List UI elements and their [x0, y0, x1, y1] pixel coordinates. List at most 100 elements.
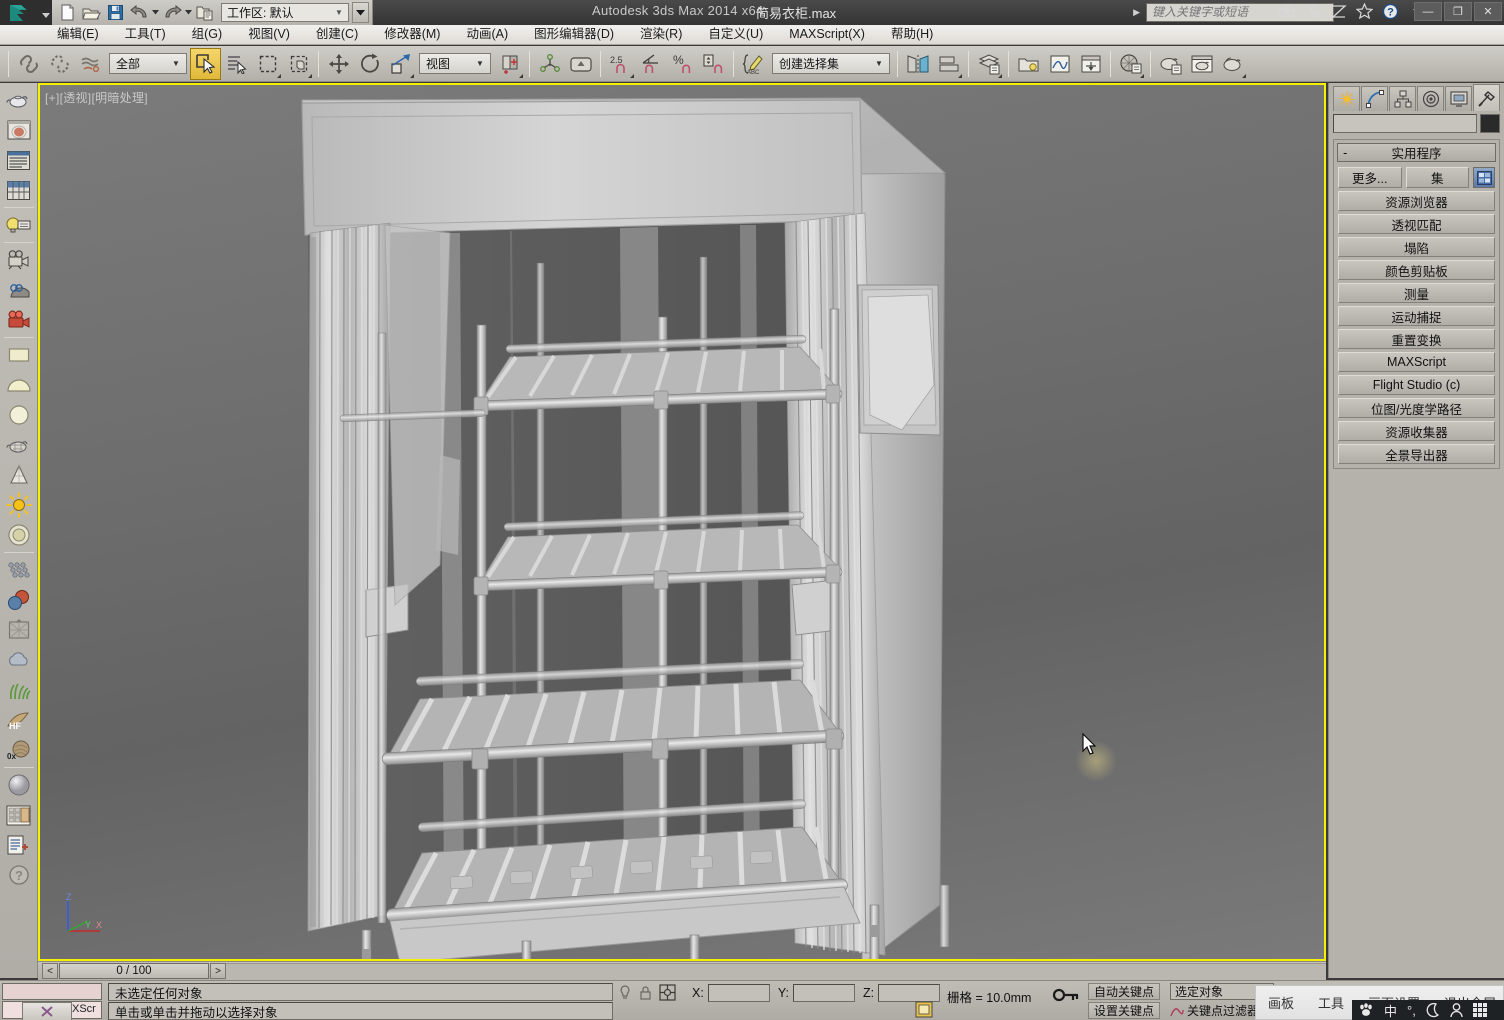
menu-item-rendering[interactable]: 渲染(R): [627, 25, 695, 44]
save-file-button[interactable]: [103, 1, 127, 24]
ime-mode-label[interactable]: 中: [1384, 1001, 1397, 1020]
rollout-collapse-toggle[interactable]: -: [1343, 144, 1347, 161]
select-and-manipulate-button[interactable]: [565, 48, 596, 80]
utility-button-collapse[interactable]: 塌陷: [1338, 237, 1495, 257]
star-icon[interactable]: [1355, 1, 1374, 21]
rendered-frame-window-button[interactable]: [1186, 48, 1217, 80]
time-slider-handle[interactable]: 0 / 100: [59, 963, 209, 979]
menu-item-views[interactable]: 视图(V): [235, 25, 303, 44]
search-expand-icon[interactable]: ▶: [1133, 7, 1140, 18]
script-list-icon[interactable]: [2, 830, 36, 860]
minimize-button[interactable]: —: [1414, 2, 1442, 21]
taskbar-window-button[interactable]: [22, 1002, 72, 1020]
select-and-scale-button[interactable]: [385, 48, 416, 80]
red-camera-icon[interactable]: [2, 305, 36, 335]
layer-manager-button[interactable]: [973, 48, 1004, 80]
gray-sphere-icon[interactable]: [2, 770, 36, 800]
window-crossing-button[interactable]: [283, 48, 314, 80]
two-spheres-icon[interactable]: [2, 585, 36, 615]
select-by-name-button[interactable]: [221, 48, 252, 80]
next-frame-button[interactable]: >: [210, 963, 226, 979]
utility-button-camera-match[interactable]: 透视匹配: [1338, 214, 1495, 234]
workspace-selector[interactable]: 工作区: 默认 ▼: [221, 3, 349, 22]
edit-named-selection-button[interactable]: ABC: [738, 48, 769, 80]
configure-button-sets-icon[interactable]: [1473, 167, 1495, 188]
utilities-tab[interactable]: [1473, 84, 1500, 111]
displacement-icon[interactable]: 0x: [2, 735, 36, 765]
utility-button-bitmap-photometric[interactable]: 位图/光度学路径: [1338, 398, 1495, 418]
moon-icon[interactable]: [1426, 1002, 1440, 1018]
bind-to-space-warp-button[interactable]: [75, 48, 106, 80]
menu-item-create[interactable]: 创建(C): [303, 25, 371, 44]
utility-button-measure[interactable]: 测量: [1338, 283, 1495, 303]
key-mode-icon[interactable]: [1052, 986, 1080, 1007]
render-setup-button[interactable]: [1155, 48, 1186, 80]
maxscript-mini-listener-output[interactable]: [2, 983, 102, 1000]
utilities-rollout-header[interactable]: - 实用程序: [1337, 143, 1496, 162]
schematic-view-button[interactable]: [1075, 48, 1106, 80]
motion-tab[interactable]: [1417, 86, 1444, 111]
new-file-button[interactable]: [55, 1, 79, 24]
sun-icon[interactable]: [2, 490, 36, 520]
list-panel-icon[interactable]: [2, 145, 36, 175]
undo-dropdown[interactable]: [151, 1, 160, 24]
hierarchy-tab[interactable]: [1389, 86, 1416, 111]
grid-material-icon[interactable]: [2, 555, 36, 585]
mirror-button[interactable]: [902, 48, 933, 80]
table-panel-icon[interactable]: [2, 175, 36, 205]
align-button[interactable]: [933, 48, 964, 80]
teapot-icon[interactable]: [2, 85, 36, 115]
utility-button-asset-browser[interactable]: 资源浏览器: [1338, 191, 1495, 211]
object-color-swatch[interactable]: [1480, 114, 1500, 133]
angle-snap-button[interactable]: [636, 48, 667, 80]
time-slider-track[interactable]: [226, 962, 1326, 980]
recorder-board-button[interactable]: 画板: [1256, 993, 1306, 1012]
prev-frame-button[interactable]: <: [42, 963, 58, 979]
open-file-button[interactable]: [79, 1, 103, 24]
named-selection-sets-combo[interactable]: 创建选择集 ▼: [772, 53, 890, 74]
menu-item-group[interactable]: 组(G): [179, 25, 236, 44]
hair-fur-icon[interactable]: HF: [2, 705, 36, 735]
more-button[interactable]: 更多...: [1338, 167, 1402, 188]
y-coord-field[interactable]: [792, 984, 855, 1002]
unlink-selection-button[interactable]: [44, 48, 75, 80]
fur-net-icon[interactable]: [2, 615, 36, 645]
add-time-tag-row[interactable]: [915, 1001, 933, 1018]
menu-item-modifiers[interactable]: 修改器(M): [371, 25, 453, 44]
perspective-viewport[interactable]: [+][透视][明暗处理] Z Y X: [38, 83, 1326, 961]
isolate-selection-icon[interactable]: [618, 984, 632, 1004]
recorder-tools-button[interactable]: 工具: [1306, 993, 1356, 1012]
z-coord-field[interactable]: [878, 984, 941, 1002]
ribbon-toggle-button[interactable]: [1013, 48, 1044, 80]
menu-item-animation[interactable]: 动画(A): [453, 25, 521, 44]
maximize-button[interactable]: ❐: [1444, 2, 1472, 21]
display-tab[interactable]: [1445, 86, 1472, 111]
material-library-icon[interactable]: [2, 800, 36, 830]
app-logo-button[interactable]: [0, 0, 40, 25]
binoculars-icon[interactable]: [1277, 1, 1296, 21]
dome-icon[interactable]: [2, 370, 36, 400]
create-tab[interactable]: [1333, 86, 1360, 111]
undo-button[interactable]: [127, 1, 151, 24]
menu-item-help[interactable]: 帮助(H): [878, 25, 946, 44]
curve-editor-button[interactable]: [1044, 48, 1075, 80]
redo-button[interactable]: [160, 1, 184, 24]
x-coord-field[interactable]: [707, 984, 770, 1002]
sphere-icon[interactable]: [2, 400, 36, 430]
light-lister-icon[interactable]: [2, 210, 36, 240]
material-editor-button[interactable]: [1115, 48, 1146, 80]
utility-button-motion-capture[interactable]: 运动捕捉: [1338, 306, 1495, 326]
render-preview-icon[interactable]: [2, 115, 36, 145]
plane-icon[interactable]: [2, 340, 36, 370]
workspace-dropdown-button[interactable]: [352, 2, 369, 23]
utility-button-color-clipboard[interactable]: 颜色剪贴板: [1338, 260, 1495, 280]
use-pivot-center-button[interactable]: [494, 48, 525, 80]
wrench-icon[interactable]: [1303, 1, 1322, 21]
set-project-folder-button[interactable]: [193, 1, 217, 24]
utility-button-flight-studio[interactable]: Flight Studio (c): [1338, 375, 1495, 395]
object-name-field[interactable]: [1333, 114, 1477, 133]
user-icon[interactable]: [1450, 1002, 1463, 1018]
help-circle-icon[interactable]: ?: [2, 860, 36, 890]
modify-tab[interactable]: [1361, 86, 1388, 111]
disc-light-icon[interactable]: [2, 520, 36, 550]
